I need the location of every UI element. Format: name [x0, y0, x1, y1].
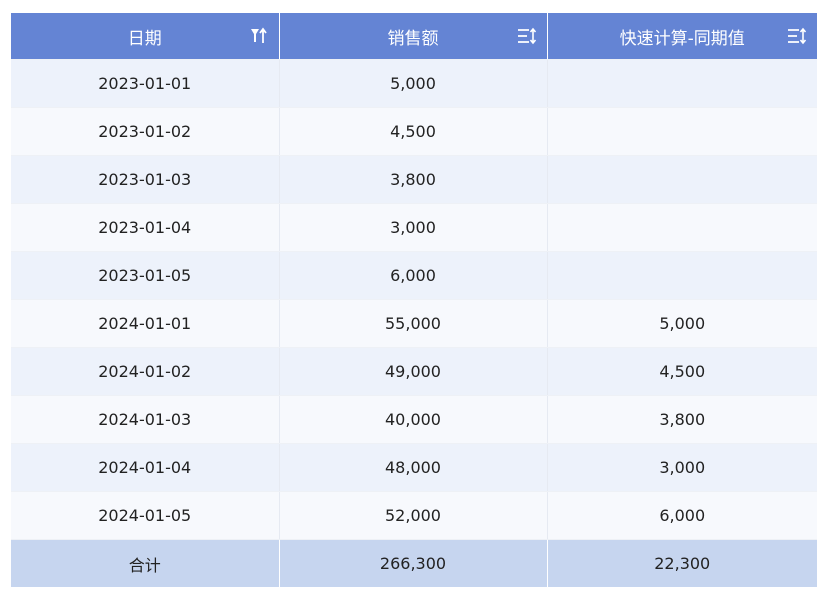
table-footer: 合计 266,300 22,300 [11, 539, 817, 587]
sort-icon[interactable] [787, 26, 807, 46]
header-label: 销售额 [387, 28, 439, 49]
table-row: 2023-01-01 5,000 [11, 59, 817, 108]
cell-date: 2024-01-05 [11, 491, 280, 540]
header-label: 快速计算-同期值 [619, 28, 745, 49]
total-sales: 266,300 [279, 539, 548, 587]
table-row: 2024-01-01 55,000 5,000 [11, 299, 817, 348]
cell-sales: 6,000 [279, 251, 548, 300]
cell-date: 2023-01-05 [11, 251, 280, 300]
total-row: 合计 266,300 22,300 [11, 539, 817, 587]
sort-icon[interactable] [517, 26, 537, 46]
cell-date: 2024-01-04 [11, 443, 280, 492]
cell-sales: 49,000 [279, 347, 548, 396]
header-same-period[interactable]: 快速计算-同期值 [547, 13, 817, 60]
header-date[interactable]: 日期 [11, 13, 280, 60]
header-sales[interactable]: 销售额 [279, 13, 548, 60]
total-same-period: 22,300 [547, 539, 817, 587]
cell-sales: 55,000 [279, 299, 548, 348]
total-label: 合计 [11, 539, 280, 587]
table-row: 2023-01-03 3,800 [11, 155, 817, 204]
cell-date: 2024-01-02 [11, 347, 280, 396]
header-row: 日期 销售额 快速计算-同期值 [11, 13, 817, 60]
table-row: 2024-01-05 52,000 6,000 [11, 491, 817, 540]
cell-date: 2023-01-02 [11, 107, 280, 156]
cell-same-period: 3,800 [547, 395, 817, 444]
filter-sort-icon[interactable] [249, 26, 269, 46]
cell-sales: 3,800 [279, 155, 548, 204]
cell-date: 2024-01-01 [11, 299, 280, 348]
table-row: 2024-01-03 40,000 3,800 [11, 395, 817, 444]
cell-same-period [547, 107, 817, 156]
table-row: 2023-01-02 4,500 [11, 107, 817, 156]
cell-same-period [547, 251, 817, 300]
cell-sales: 48,000 [279, 443, 548, 492]
cell-sales: 3,000 [279, 203, 548, 252]
cell-same-period: 3,000 [547, 443, 817, 492]
cell-same-period: 6,000 [547, 491, 817, 540]
table-row: 2023-01-05 6,000 [11, 251, 817, 300]
data-table-container: 日期 销售额 快速计算-同期值 2023-01-01 5,000 2023-01… [11, 13, 817, 587]
cell-same-period: 4,500 [547, 347, 817, 396]
cell-sales: 4,500 [279, 107, 548, 156]
cell-date: 2023-01-04 [11, 203, 280, 252]
cell-same-period [547, 155, 817, 204]
cell-sales: 52,000 [279, 491, 548, 540]
header-label: 日期 [127, 28, 162, 49]
table-body: 2023-01-01 5,000 2023-01-02 4,500 2023-0… [11, 59, 817, 540]
cell-same-period: 5,000 [547, 299, 817, 348]
cell-sales: 40,000 [279, 395, 548, 444]
table-row: 2023-01-04 3,000 [11, 203, 817, 252]
cell-same-period [547, 59, 817, 108]
cell-sales: 5,000 [279, 59, 548, 108]
cell-same-period [547, 203, 817, 252]
cell-date: 2024-01-03 [11, 395, 280, 444]
cell-date: 2023-01-03 [11, 155, 280, 204]
data-table: 日期 销售额 快速计算-同期值 2023-01-01 5,000 2023-01… [11, 13, 817, 587]
cell-date: 2023-01-01 [11, 59, 280, 108]
table-row: 2024-01-04 48,000 3,000 [11, 443, 817, 492]
table-row: 2024-01-02 49,000 4,500 [11, 347, 817, 396]
table-header: 日期 销售额 快速计算-同期值 [11, 13, 817, 60]
